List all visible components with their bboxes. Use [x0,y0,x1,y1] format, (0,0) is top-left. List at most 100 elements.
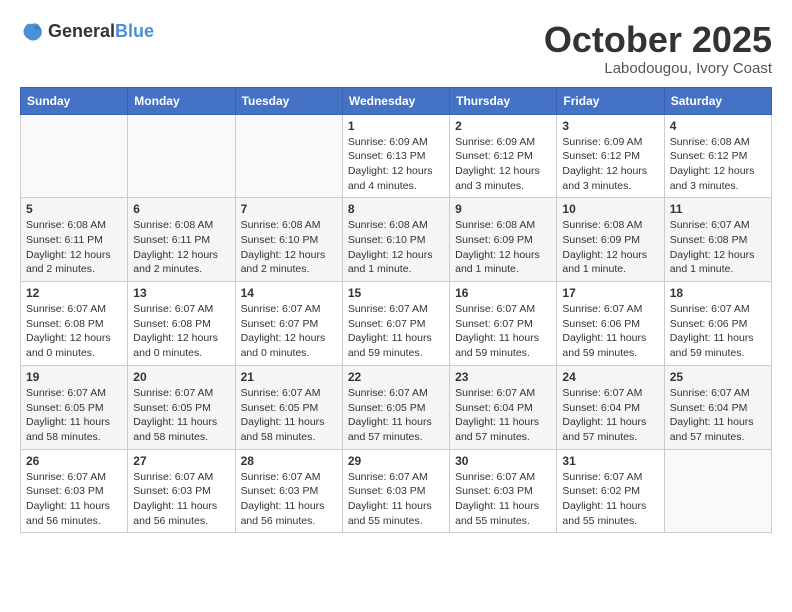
calendar-cell: 4 Sunrise: 6:08 AMSunset: 6:12 PMDaylight… [664,114,771,198]
day-info: Sunrise: 6:07 AMSunset: 6:02 PMDaylight:… [562,470,658,529]
day-number: 4 [670,119,766,133]
calendar-cell [128,114,235,198]
day-info: Sunrise: 6:07 AMSunset: 6:03 PMDaylight:… [455,470,551,529]
calendar-week-3: 12 Sunrise: 6:07 AMSunset: 6:08 PMDayligh… [21,282,772,366]
day-number: 3 [562,119,658,133]
day-info: Sunrise: 6:08 AMSunset: 6:12 PMDaylight:… [670,135,766,194]
day-number: 1 [348,119,444,133]
day-info: Sunrise: 6:07 AMSunset: 6:05 PMDaylight:… [133,386,229,445]
day-info: Sunrise: 6:08 AMSunset: 6:09 PMDaylight:… [455,218,551,277]
calendar-cell: 9 Sunrise: 6:08 AMSunset: 6:09 PMDaylight… [450,198,557,282]
day-number: 19 [26,370,122,384]
logo-blue: Blue [115,21,154,41]
day-number: 27 [133,454,229,468]
day-info: Sunrise: 6:07 AMSunset: 6:03 PMDaylight:… [26,470,122,529]
calendar-week-4: 19 Sunrise: 6:07 AMSunset: 6:05 PMDayligh… [21,365,772,449]
day-number: 8 [348,202,444,216]
day-number: 18 [670,286,766,300]
day-info: Sunrise: 6:07 AMSunset: 6:06 PMDaylight:… [562,302,658,361]
day-info: Sunrise: 6:09 AMSunset: 6:12 PMDaylight:… [562,135,658,194]
day-info: Sunrise: 6:07 AMSunset: 6:04 PMDaylight:… [562,386,658,445]
calendar-cell [664,449,771,533]
calendar-cell: 20Sunrise: 6:07 AMSunset: 6:05 PMDayligh… [128,365,235,449]
day-info: Sunrise: 6:07 AMSunset: 6:04 PMDaylight:… [670,386,766,445]
calendar-cell: 3 Sunrise: 6:09 AMSunset: 6:12 PMDaylight… [557,114,664,198]
day-info: Sunrise: 6:08 AMSunset: 6:10 PMDaylight:… [348,218,444,277]
calendar-cell: 8 Sunrise: 6:08 AMSunset: 6:10 PMDaylight… [342,198,449,282]
calendar-cell: 30 Sunrise: 6:07 AMSunset: 6:03 PMDayligh… [450,449,557,533]
calendar-cell: 5Sunrise: 6:08 AMSunset: 6:11 PMDaylight… [21,198,128,282]
calendar-cell [21,114,128,198]
day-number: 29 [348,454,444,468]
day-number: 24 [562,370,658,384]
location-subtitle: Labodougou, Ivory Coast [544,60,772,77]
day-number: 6 [133,202,229,216]
day-number: 21 [241,370,337,384]
calendar-cell: 21 Sunrise: 6:07 AMSunset: 6:05 PMDayligh… [235,365,342,449]
weekday-header-sunday: Sunday [21,87,128,114]
calendar-cell: 14Sunrise: 6:07 AMSunset: 6:07 PMDayligh… [235,282,342,366]
calendar-cell: 13 Sunrise: 6:07 AMSunset: 6:08 PMDayligh… [128,282,235,366]
calendar-cell: 26Sunrise: 6:07 AMSunset: 6:03 PMDayligh… [21,449,128,533]
calendar-cell: 28 Sunrise: 6:07 AMSunset: 6:03 PMDayligh… [235,449,342,533]
calendar-table: SundayMondayTuesdayWednesdayThursdayFrid… [20,87,772,534]
day-info: Sunrise: 6:07 AMSunset: 6:03 PMDaylight:… [133,470,229,529]
calendar-cell [235,114,342,198]
calendar-cell: 11 Sunrise: 6:07 AMSunset: 6:08 PMDayligh… [664,198,771,282]
calendar-week-5: 26Sunrise: 6:07 AMSunset: 6:03 PMDayligh… [21,449,772,533]
day-info: Sunrise: 6:07 AMSunset: 6:08 PMDaylight:… [133,302,229,361]
calendar-cell: 16 Sunrise: 6:07 AMSunset: 6:07 PMDayligh… [450,282,557,366]
logo-general: General [48,21,115,41]
day-number: 13 [133,286,229,300]
day-info: Sunrise: 6:08 AMSunset: 6:11 PMDaylight:… [26,218,122,277]
day-info: Sunrise: 6:07 AMSunset: 6:07 PMDaylight:… [348,302,444,361]
day-info: Sunrise: 6:08 AMSunset: 6:11 PMDaylight:… [133,218,229,277]
calendar-cell: 19 Sunrise: 6:07 AMSunset: 6:05 PMDayligh… [21,365,128,449]
day-number: 2 [455,119,551,133]
calendar-cell: 17 Sunrise: 6:07 AMSunset: 6:06 PMDayligh… [557,282,664,366]
day-number: 10 [562,202,658,216]
title-block: October 2025 Labodougou, Ivory Coast [544,20,772,77]
day-number: 22 [348,370,444,384]
calendar-cell: 12 Sunrise: 6:07 AMSunset: 6:08 PMDayligh… [21,282,128,366]
day-number: 12 [26,286,122,300]
day-number: 11 [670,202,766,216]
day-info: Sunrise: 6:07 AMSunset: 6:05 PMDaylight:… [241,386,337,445]
day-number: 7 [241,202,337,216]
day-info: Sunrise: 6:07 AMSunset: 6:08 PMDaylight:… [670,218,766,277]
day-info: Sunrise: 6:07 AMSunset: 6:04 PMDaylight:… [455,386,551,445]
day-info: Sunrise: 6:07 AMSunset: 6:05 PMDaylight:… [348,386,444,445]
logo-text: GeneralBlue [48,22,154,42]
page-header: GeneralBlue October 2025 Labodougou, Ivo… [20,20,772,77]
day-number: 28 [241,454,337,468]
calendar-cell: 31 Sunrise: 6:07 AMSunset: 6:02 PMDayligh… [557,449,664,533]
calendar-cell: 7 Sunrise: 6:08 AMSunset: 6:10 PMDaylight… [235,198,342,282]
month-title: October 2025 [544,20,772,60]
weekday-header-row: SundayMondayTuesdayWednesdayThursdayFrid… [21,87,772,114]
day-number: 16 [455,286,551,300]
calendar-cell: 22 Sunrise: 6:07 AMSunset: 6:05 PMDayligh… [342,365,449,449]
day-info: Sunrise: 6:08 AMSunset: 6:10 PMDaylight:… [241,218,337,277]
day-number: 9 [455,202,551,216]
day-number: 17 [562,286,658,300]
calendar-cell: 2 Sunrise: 6:09 AMSunset: 6:12 PMDaylight… [450,114,557,198]
day-number: 14 [241,286,337,300]
weekday-header-thursday: Thursday [450,87,557,114]
day-number: 31 [562,454,658,468]
day-number: 30 [455,454,551,468]
calendar-cell: 23Sunrise: 6:07 AMSunset: 6:04 PMDayligh… [450,365,557,449]
day-info: Sunrise: 6:07 AMSunset: 6:08 PMDaylight:… [26,302,122,361]
calendar-cell: 18Sunrise: 6:07 AMSunset: 6:06 PMDayligh… [664,282,771,366]
day-info: Sunrise: 6:07 AMSunset: 6:07 PMDaylight:… [455,302,551,361]
day-info: Sunrise: 6:09 AMSunset: 6:13 PMDaylight:… [348,135,444,194]
day-number: 15 [348,286,444,300]
weekday-header-tuesday: Tuesday [235,87,342,114]
calendar-week-1: 1 Sunrise: 6:09 AMSunset: 6:13 PMDaylight… [21,114,772,198]
day-info: Sunrise: 6:07 AMSunset: 6:03 PMDaylight:… [241,470,337,529]
calendar-cell: 29Sunrise: 6:07 AMSunset: 6:03 PMDayligh… [342,449,449,533]
day-info: Sunrise: 6:08 AMSunset: 6:09 PMDaylight:… [562,218,658,277]
day-info: Sunrise: 6:07 AMSunset: 6:05 PMDaylight:… [26,386,122,445]
day-info: Sunrise: 6:09 AMSunset: 6:12 PMDaylight:… [455,135,551,194]
calendar-cell: 10 Sunrise: 6:08 AMSunset: 6:09 PMDayligh… [557,198,664,282]
calendar-cell: 24 Sunrise: 6:07 AMSunset: 6:04 PMDayligh… [557,365,664,449]
